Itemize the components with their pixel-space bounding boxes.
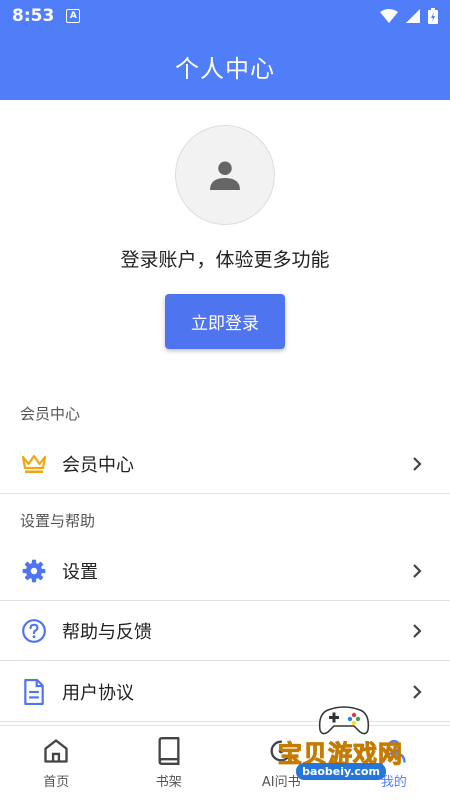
nav-item-home[interactable]: 首页	[0, 726, 113, 800]
battery-icon	[428, 8, 438, 24]
list-item-label: 设置	[62, 561, 98, 583]
gamepad-icon	[318, 706, 370, 735]
section-header-settings-help: 设置与帮助	[20, 512, 96, 530]
person-icon	[210, 161, 240, 190]
book-icon	[158, 736, 180, 765]
watermark-url: baobeiy.com	[296, 763, 386, 780]
nav-item-bookshelf[interactable]: 书架	[113, 726, 226, 800]
list-item-settings[interactable]: 设置	[0, 541, 450, 601]
status-icons	[380, 8, 438, 24]
list-item-label: 帮助与反馈	[62, 621, 152, 643]
login-button[interactable]: 立即登录	[165, 294, 285, 349]
status-time: 8:53	[12, 6, 55, 26]
avatar[interactable]	[175, 125, 275, 225]
chevron-right-icon	[412, 456, 422, 472]
watermark: 宝贝游戏网 baobeiy.com	[274, 704, 424, 784]
nav-label: 书架	[155, 774, 182, 790]
gear-icon	[20, 557, 48, 585]
notification-a-icon: A	[66, 9, 81, 23]
nav-label: 首页	[43, 774, 70, 790]
list-item-help-feedback[interactable]: 帮助与反馈	[0, 601, 450, 661]
crown-icon	[20, 450, 48, 478]
status-bar: 8:53 A	[0, 0, 450, 32]
home-icon	[44, 738, 68, 763]
list-item-label: 用户协议	[62, 682, 134, 704]
signal-icon	[406, 9, 420, 23]
list-item-label: 会员中心	[62, 454, 134, 476]
wifi-icon	[380, 9, 398, 23]
page-title: 个人中心	[175, 54, 275, 83]
chevron-right-icon	[412, 623, 422, 639]
chevron-right-icon	[412, 563, 422, 579]
section-header-membership: 会员中心	[20, 405, 81, 423]
title-bar: 个人中心	[0, 32, 450, 100]
help-circle-icon	[20, 617, 48, 645]
list-item-membership[interactable]: 会员中心	[0, 434, 450, 494]
login-prompt: 登录账户，体验更多功能	[120, 249, 330, 271]
chevron-right-icon	[412, 684, 422, 700]
document-icon	[20, 678, 48, 706]
